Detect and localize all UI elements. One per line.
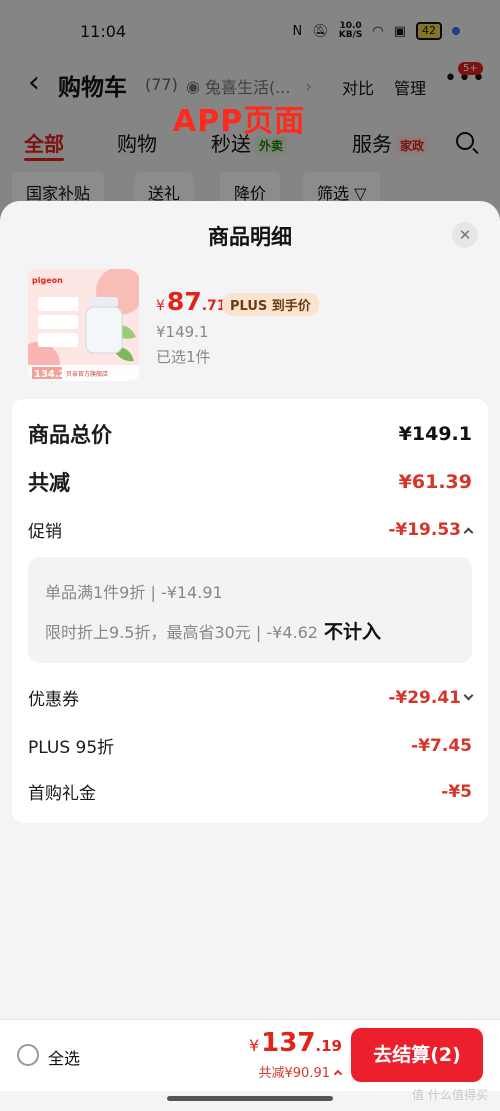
chevron-up-small-icon — [333, 1069, 343, 1078]
first-gift-value: -¥5 — [441, 781, 472, 802]
promotion-value-group: -¥19.53 — [388, 519, 474, 540]
total-integer: 137 — [261, 1028, 316, 1058]
brand-logo: pigeon — [32, 276, 63, 285]
promotion-detail-box: 单品满1件9折 | -¥14.91 限时折上9.5折，最高省30元 | -¥4.… — [28, 557, 472, 663]
price-integer: 87 — [166, 287, 202, 316]
chevron-up-icon[interactable] — [463, 527, 474, 537]
promotion-row[interactable]: 促销 -¥19.53 — [28, 517, 474, 542]
first-gift-label: 首购礼金 — [28, 784, 96, 804]
image-price-text: 134.2 — [34, 369, 66, 380]
promotion-value: -¥19.53 — [388, 519, 461, 540]
baby-bottle-image: 134.2 贝亲官方旗舰店 pigeon — [28, 269, 139, 381]
select-all-label[interactable]: 全选 — [48, 1045, 80, 1069]
reduction-label: 共减 — [28, 471, 70, 495]
total-saved-text: 共减¥90.91 — [258, 1066, 331, 1081]
promotion-label: 促销 — [28, 522, 62, 542]
first-gift-row: 首购礼金 -¥5 — [28, 779, 472, 805]
plus-discount-value: -¥7.45 — [411, 735, 472, 756]
total-price-value: ¥149.1 — [398, 423, 472, 445]
image-caption-text: 贝亲官方旗舰店 — [66, 370, 108, 378]
selected-quantity: 已选1件 — [156, 348, 211, 366]
product-price: ¥ 87 .71 — [156, 287, 227, 316]
coupon-value: -¥29.41 — [388, 687, 461, 708]
plus-price-tag: PLUS 到手价 — [222, 293, 319, 316]
promo-line-limited: 限时折上9.5折，最高省30元 | -¥4.62 不计入 — [45, 617, 381, 644]
total-price-row: 商品总价 ¥149.1 — [28, 419, 472, 449]
close-icon[interactable]: ✕ — [452, 222, 478, 248]
reduction-value: ¥61.39 — [398, 471, 472, 493]
promo-line-limited-text: 限时折上9.5折，最高省30元 | -¥4.62 — [45, 623, 318, 642]
item-detail-sheet: 商品明细 ✕ 134.2 贝亲官方旗舰店 pigeon ¥ 87 .71 PLU… — [0, 201, 500, 1111]
home-indicator[interactable] — [167, 1096, 333, 1101]
not-counted-note: 不计入 — [323, 621, 381, 643]
sheet-title: 商品明细 — [208, 225, 292, 249]
price-breakdown-card: 商品总价 ¥149.1 共减 ¥61.39 促销 -¥19.53 单品满1件9折… — [12, 399, 488, 823]
watermark: 值 什么值得买 — [412, 1088, 488, 1102]
plus-discount-label: PLUS 95折 — [28, 738, 115, 758]
total-yen: ¥ — [248, 1036, 260, 1055]
plus-discount-row: PLUS 95折 -¥7.45 — [28, 733, 472, 759]
total-decimal: .19 — [315, 1037, 342, 1055]
chevron-down-icon[interactable] — [463, 690, 474, 701]
annotation-label: APP页面 — [173, 104, 306, 139]
total-price-label: 商品总价 — [28, 423, 112, 447]
coupon-row[interactable]: 优惠券 -¥29.41 — [28, 685, 474, 710]
price-yen: ¥ — [156, 298, 165, 314]
reduction-row: 共减 ¥61.39 — [28, 467, 472, 497]
original-price: ¥149.1 — [156, 323, 209, 341]
checkout-button[interactable]: 去结算(2) — [351, 1028, 483, 1082]
coupon-value-group: -¥29.41 — [388, 687, 474, 708]
product-thumbnail[interactable]: 134.2 贝亲官方旗舰店 pigeon — [28, 269, 139, 381]
checkout-total: ¥ 137 .19 — [249, 1028, 342, 1058]
promo-line-discount: 单品满1件9折 | -¥14.91 — [45, 583, 223, 602]
checkout-bar: 全选 ¥ 137 .19 共减¥90.91 去结算(2) — [0, 1019, 500, 1091]
coupon-label: 优惠券 — [28, 690, 79, 710]
select-all-radio[interactable] — [17, 1044, 39, 1066]
total-saved-toggle[interactable]: 共减¥90.91 — [258, 1062, 343, 1081]
